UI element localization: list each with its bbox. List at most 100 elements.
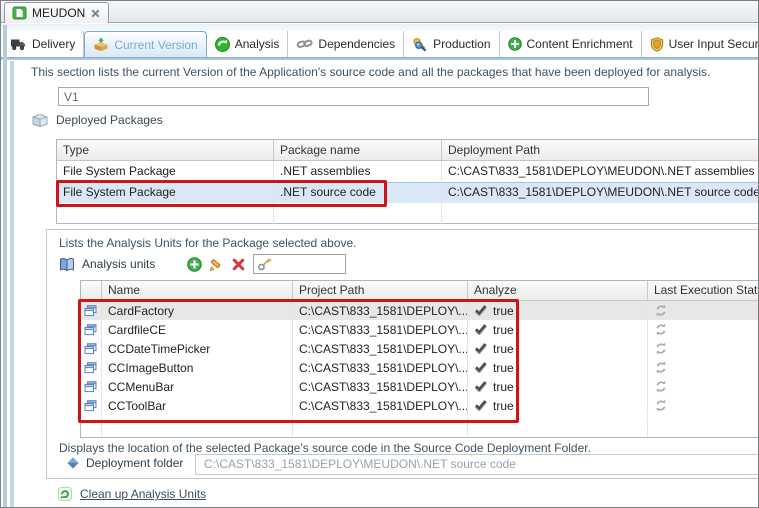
deployment-folder-label: Deployment folder <box>86 456 183 470</box>
analysis-units-header-row: NameProject PathAnalyzeLast Execution St… <box>81 281 759 301</box>
analysis-unit-row[interactable]: CCImageButtonC:\CAST\833_1581\DEPLOY\...… <box>81 358 759 377</box>
analysis-unit-name-cell: CCDateTimePicker <box>102 339 293 358</box>
analysis-unit-path-cell: C:\CAST\833_1581\DEPLOY\... <box>293 377 468 396</box>
analysis-units-column-header[interactable]: Project Path <box>293 281 468 300</box>
tab-label: Analysis <box>235 37 280 51</box>
analysis-unit-path-cell: C:\CAST\833_1581\DEPLOY\... <box>293 339 468 358</box>
analysis-unit-row[interactable]: CCMenuBarC:\CAST\833_1581\DEPLOY\...true <box>81 377 759 396</box>
analysis-unit-path-cell: C:\CAST\833_1581\DEPLOY\... <box>293 320 468 339</box>
deployment-folder-field[interactable]: C:\CAST\833_1581\DEPLOY\MEUDON\.NET sour… <box>195 454 759 475</box>
delivery-truck-icon <box>10 37 27 51</box>
package-row[interactable]: File System Package.NET assembliesC:\CAS… <box>57 161 759 182</box>
editor-header-gap <box>1 24 758 31</box>
package-type-cell: File System Package <box>57 161 274 182</box>
cleanup-analysis-units-link[interactable]: Clean up Analysis Units <box>80 487 206 501</box>
tab-user-input-security[interactable]: User Input Security <box>642 31 759 57</box>
current-version-box-icon <box>93 37 109 53</box>
analysis-unit-path-cell: C:\CAST\833_1581\DEPLOY\... <box>293 301 468 320</box>
analysis-unit-row[interactable]: CCDateTimePickerC:\CAST\833_1581\DEPLOY\… <box>81 339 759 358</box>
tab-dependencies[interactable]: Dependencies <box>288 31 404 57</box>
tab-accent-strip <box>1 57 758 60</box>
analyze-value: true <box>493 302 514 320</box>
analyze-checkbox[interactable] <box>474 343 487 354</box>
analysis-units-table: NameProject PathAnalyzeLast Execution St… <box>80 280 759 438</box>
analysis-unit-path-cell: C:\CAST\833_1581\DEPLOY\... <box>293 358 468 377</box>
analysis-units-description: Lists the Analysis Units for the Package… <box>59 236 357 250</box>
analysis-unit-row[interactable]: CCToolBarC:\CAST\833_1581\DEPLOY\... true <box>81 396 759 415</box>
analysis-unit-row[interactable]: CardfileCEC:\CAST\833_1581\DEPLOY\... tru… <box>81 320 759 339</box>
tab-delivery[interactable]: Delivery <box>2 31 84 57</box>
analyze-checkbox[interactable] <box>474 400 487 411</box>
analysis-units-column-header[interactable]: Last Execution Status <box>648 281 759 300</box>
analysis-units-column-header[interactable]: Name <box>102 281 293 300</box>
green-plus-icon <box>508 37 522 51</box>
package-empty-row <box>57 203 759 224</box>
analyze-value: true <box>493 321 514 339</box>
analysis-unit-name-cell: CCImageButton <box>102 358 293 377</box>
diamond-icon <box>67 457 79 469</box>
analysis-unit-row[interactable]: CardFactoryC:\CAST\833_1581\DEPLOY\... tr… <box>81 301 759 320</box>
analyze-checkbox[interactable] <box>474 362 487 373</box>
filter-input[interactable] <box>275 257 335 271</box>
tab-label: Delivery <box>32 37 75 51</box>
section-intro-text: This section lists the current Version o… <box>31 65 710 79</box>
package-path-cell: C:\CAST\833_1581\DEPLOY\MEUDON\.NET asse… <box>442 161 759 182</box>
analyze-checkbox[interactable] <box>474 324 487 335</box>
tab-current-version[interactable]: Current Version <box>84 31 206 57</box>
analysis-unit-filter-box[interactable] <box>253 254 346 274</box>
analysis-units-toolbar: Analysis units <box>59 253 346 275</box>
analysis-unit-name-cell: CardfileCE <box>102 320 293 339</box>
execution-status-refresh-icon <box>654 361 668 374</box>
analyze-value: true <box>493 397 514 415</box>
analysis-green-arrow-icon <box>215 37 230 52</box>
analysis-unit-icon <box>84 324 97 336</box>
analysis-unit-empty-row <box>81 415 759 437</box>
add-analysis-unit-button[interactable] <box>183 254 205 274</box>
analysis-unit-icon <box>84 343 97 355</box>
analysis-units-groupbox: Lists the Analysis Units for the Package… <box>46 229 759 479</box>
editor-tab-meudon[interactable]: MEUDON <box>4 2 109 23</box>
delete-x-icon[interactable] <box>227 254 249 274</box>
form-left-strip <box>10 61 14 507</box>
deployment-folder-row: Deployment folder <box>67 456 183 470</box>
application-file-icon <box>12 6 27 20</box>
tab-production[interactable]: Production <box>404 31 499 57</box>
keys-icon <box>412 37 428 52</box>
analysis-units-book-icon <box>59 257 75 272</box>
tab-label: Dependencies <box>318 37 395 51</box>
package-path-cell: C:\CAST\833_1581\DEPLOY\MEUDON\.NET sour… <box>442 182 759 203</box>
package-row[interactable]: File System Package.NET source codeC:\CA… <box>57 182 759 203</box>
deployment-folder-description: Displays the location of the selected Pa… <box>59 441 591 455</box>
execution-status-refresh-icon <box>654 380 668 393</box>
tab-label: Production <box>433 37 490 51</box>
package-name-cell: .NET source code <box>274 182 442 203</box>
execution-status-refresh-icon <box>654 399 668 412</box>
analyze-value: true <box>493 340 514 358</box>
analysis-unit-name-cell: CardFactory <box>102 301 293 320</box>
analysis-unit-path-cell: C:\CAST\833_1581\DEPLOY\... <box>293 396 468 415</box>
packages-column-header[interactable]: Package name <box>274 140 442 160</box>
deployed-packages-table: TypePackage nameDeployment PathFile Syst… <box>56 139 759 224</box>
analyze-checkbox[interactable] <box>474 381 487 392</box>
analysis-unit-name-cell: CCToolBar <box>102 396 293 415</box>
packages-header-row: TypePackage nameDeployment Path <box>57 140 759 161</box>
packages-column-header[interactable]: Type <box>57 140 274 160</box>
view-tab-bar: Delivery Current Version Analysis Dependenc… <box>2 31 759 57</box>
tab-label: Current Version <box>114 38 197 52</box>
edit-pencil-icon[interactable] <box>205 254 227 274</box>
close-icon[interactable] <box>90 8 101 19</box>
version-input[interactable] <box>58 87 649 106</box>
analysis-unit-icon <box>84 400 97 412</box>
tab-label: User Input Security <box>669 37 759 51</box>
analyze-checkbox[interactable] <box>474 305 487 316</box>
left-border-strip <box>3 25 7 507</box>
gutter-column-header <box>81 281 102 300</box>
execution-status-refresh-icon <box>654 304 668 317</box>
analysis-unit-icon <box>84 305 97 317</box>
tab-content-enrichment[interactable]: Content Enrichment <box>500 31 642 57</box>
packages-column-header[interactable]: Deployment Path <box>442 140 759 160</box>
chain-links-icon <box>296 37 313 51</box>
package-name-cell: .NET assemblies <box>274 161 442 182</box>
analysis-units-column-header[interactable]: Analyze <box>468 281 648 300</box>
tab-analysis[interactable]: Analysis <box>207 31 289 57</box>
